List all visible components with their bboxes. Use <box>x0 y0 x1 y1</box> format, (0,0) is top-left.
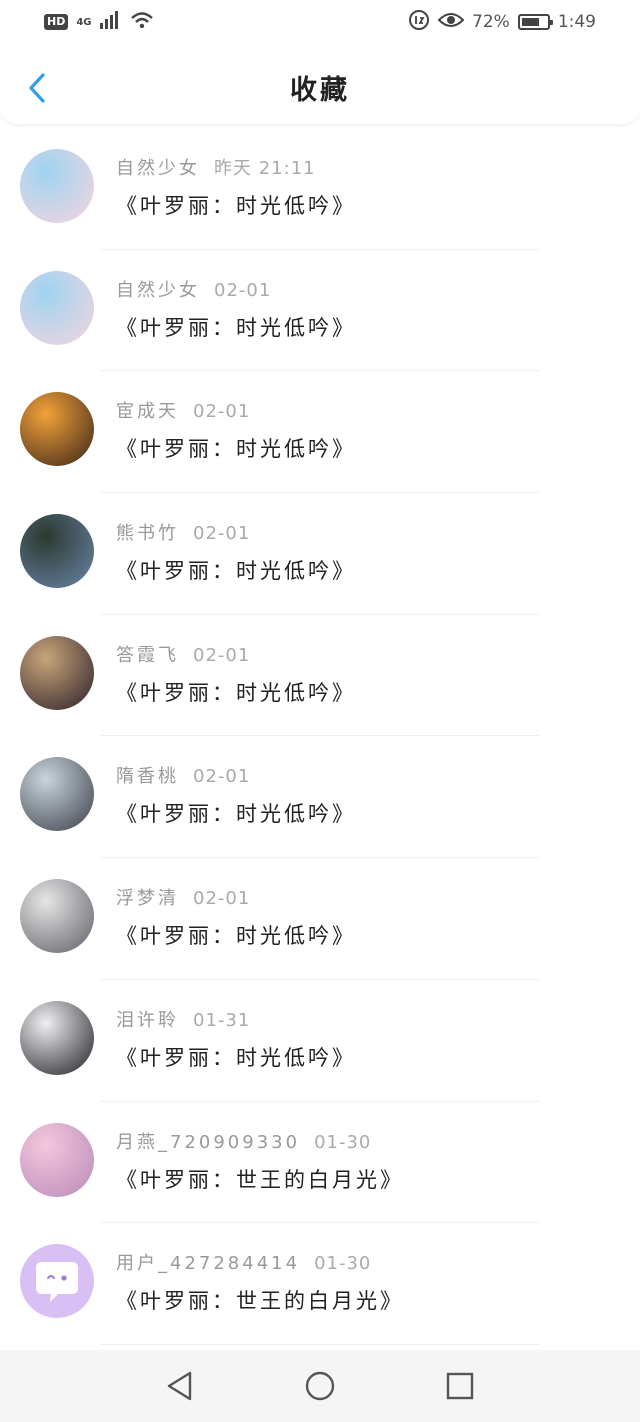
status-left: HD 4G <box>44 10 154 34</box>
status-bar: HD 4G 72% 1:49 <box>0 0 640 44</box>
post-title[interactable]: 《叶罗丽：时光低吟》 <box>116 433 356 463</box>
hd-badge: HD <box>44 14 69 30</box>
favorite-item[interactable]: 用户_427284414 01-30 《叶罗丽：世王的白月光》 <box>0 1223 640 1345</box>
favorite-item[interactable]: 隋香桃 02-01 《叶罗丽：时光低吟》 <box>0 736 640 859</box>
item-meta: 宦成天 02-01 <box>116 397 250 423</box>
header: 收藏 <box>0 50 640 124</box>
item-meta: 自然少女 昨天 21:11 <box>116 154 316 180</box>
timestamp: 02-01 <box>193 766 251 788</box>
item-meta: 用户_427284414 01-30 <box>116 1249 371 1275</box>
item-meta: 浮梦清 02-01 <box>116 884 250 910</box>
username[interactable]: 自然少女 <box>116 280 200 301</box>
avatar[interactable] <box>20 879 94 954</box>
timestamp: 02-01 <box>214 279 272 301</box>
battery-icon <box>517 14 553 30</box>
avatar[interactable] <box>20 1122 94 1197</box>
post-title[interactable]: 《叶罗丽：时光低吟》 <box>116 312 356 342</box>
timestamp: 01-30 <box>314 1131 372 1153</box>
page-title: 收藏 <box>290 74 350 106</box>
username[interactable]: 自然少女 <box>116 158 200 179</box>
username[interactable]: 泪许聆 <box>116 1010 179 1031</box>
post-title[interactable]: 《叶罗丽：时光低吟》 <box>116 798 356 828</box>
back-button[interactable] <box>22 70 52 106</box>
favorite-item[interactable]: 自然少女 02-01 《叶罗丽：时光低吟》 <box>0 250 640 372</box>
username[interactable]: 答霞飞 <box>116 645 179 666</box>
favorite-item[interactable]: 熊书竹 02-01 《叶罗丽：时光低吟》 <box>0 493 640 615</box>
chat-bubble-icon <box>36 1262 78 1303</box>
nav-home-button[interactable] <box>300 1366 340 1406</box>
item-meta: 月燕_720909330 01-30 <box>116 1128 371 1154</box>
avatar[interactable] <box>20 757 94 832</box>
username[interactable]: 熊书竹 <box>116 523 179 544</box>
chevron-left-icon <box>29 73 45 103</box>
status-right: 72% 1:49 <box>408 9 596 36</box>
favorite-item[interactable]: 自然少女 昨天 21:11 《叶罗丽：时光低吟》 <box>0 128 640 250</box>
favorite-item[interactable]: 泪许聆 01-31 《叶罗丽：时光低吟》 <box>0 980 640 1102</box>
system-nav-bar <box>0 1350 640 1422</box>
username[interactable]: 用户_427284414 <box>116 1253 300 1274</box>
timestamp: 昨天 21:11 <box>214 158 316 179</box>
favorites-list: 自然少女 昨天 21:11 《叶罗丽：时光低吟》 自然少女 02-01 《叶罗丽：时光低吟… <box>0 128 640 1345</box>
item-meta: 答霞飞 02-01 <box>116 641 250 667</box>
item-meta: 隋香桃 02-01 <box>116 762 250 788</box>
avatar[interactable] <box>20 392 94 467</box>
timestamp: 02-01 <box>193 644 251 666</box>
signal-icon <box>99 10 122 34</box>
post-title[interactable]: 《叶罗丽：时光低吟》 <box>116 920 356 950</box>
divider <box>100 1343 540 1345</box>
post-title[interactable]: 《叶罗丽：时光低吟》 <box>116 555 356 585</box>
triangle-back-icon <box>167 1371 192 1401</box>
item-meta: 自然少女 02-01 <box>116 276 271 302</box>
wifi-icon <box>130 11 154 34</box>
nav-recents-button[interactable] <box>440 1366 480 1406</box>
favorite-item[interactable]: 浮梦清 02-01 《叶罗丽：时光低吟》 <box>0 858 640 980</box>
item-meta: 熊书竹 02-01 <box>116 519 250 545</box>
avatar[interactable] <box>20 514 94 589</box>
post-title[interactable]: 《叶罗丽：时光低吟》 <box>116 677 356 707</box>
username[interactable]: 隋香桃 <box>116 766 179 787</box>
nav-back-button[interactable] <box>160 1366 200 1406</box>
post-title[interactable]: 《叶罗丽：时光低吟》 <box>116 190 356 220</box>
battery-percent: 72% <box>472 12 510 32</box>
timestamp: 02-01 <box>193 523 251 545</box>
eye-icon <box>437 11 465 34</box>
timestamp: 02-01 <box>193 401 251 423</box>
avatar[interactable] <box>20 1244 94 1319</box>
username[interactable]: 浮梦清 <box>116 888 179 909</box>
username[interactable]: 月燕_720909330 <box>116 1132 300 1153</box>
timestamp: 02-01 <box>193 888 251 910</box>
favorite-item[interactable]: 答霞飞 02-01 《叶罗丽：时光低吟》 <box>0 615 640 737</box>
timestamp: 01-30 <box>314 1253 372 1275</box>
favorite-item[interactable]: 月燕_720909330 01-30 《叶罗丽：世王的白月光》 <box>0 1102 640 1224</box>
timestamp: 01-31 <box>193 1009 251 1031</box>
avatar[interactable] <box>20 270 94 345</box>
square-recents-icon <box>446 1372 474 1400</box>
favorite-item[interactable]: 宦成天 02-01 《叶罗丽：时光低吟》 <box>0 371 640 494</box>
network-type: 4G <box>76 16 92 28</box>
post-title[interactable]: 《叶罗丽：世王的白月光》 <box>116 1164 404 1194</box>
circle-home-icon <box>305 1371 335 1401</box>
data-saver-icon <box>408 9 430 36</box>
avatar[interactable] <box>20 635 94 710</box>
post-title[interactable]: 《叶罗丽：世王的白月光》 <box>116 1285 404 1315</box>
post-title[interactable]: 《叶罗丽：时光低吟》 <box>116 1042 356 1072</box>
avatar[interactable] <box>20 149 94 223</box>
username[interactable]: 宦成天 <box>116 401 179 422</box>
item-meta: 泪许聆 01-31 <box>116 1006 250 1032</box>
clock: 1:49 <box>557 12 596 32</box>
avatar[interactable] <box>20 1000 94 1075</box>
